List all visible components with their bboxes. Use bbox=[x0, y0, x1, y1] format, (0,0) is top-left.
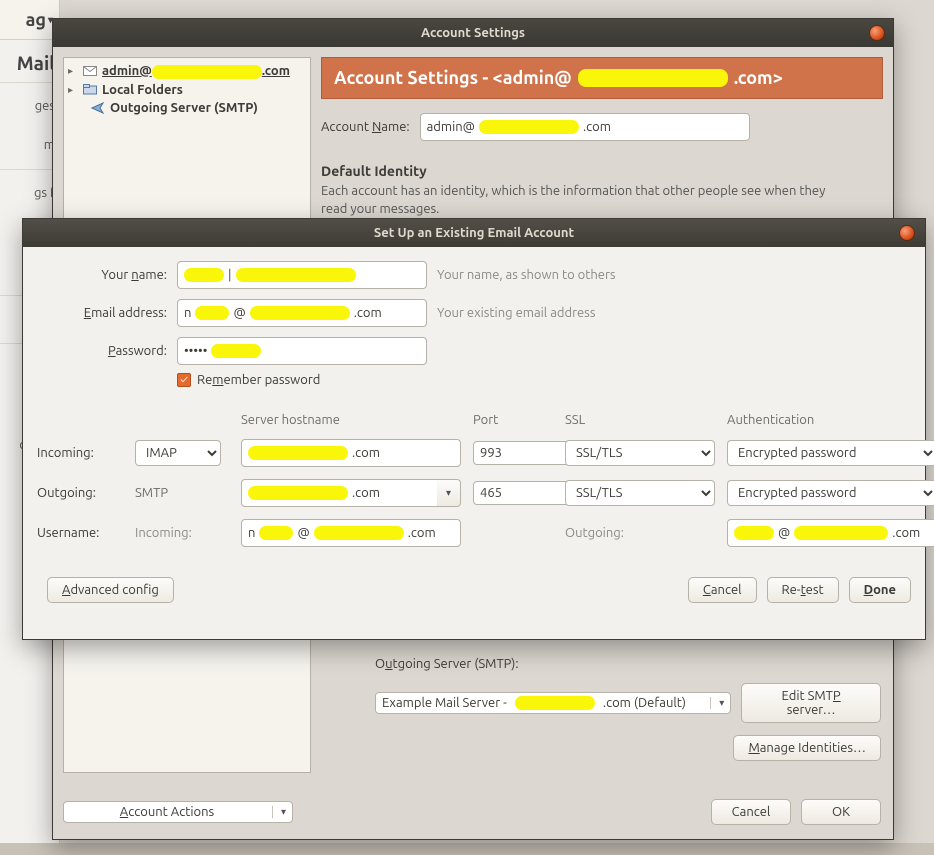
mail-icon bbox=[82, 65, 98, 77]
username-outgoing-input[interactable]: @.com bbox=[727, 519, 934, 547]
account-settings-banner: Account Settings - <admin@.com> bbox=[321, 57, 883, 99]
cancel-button[interactable]: Cancel bbox=[711, 799, 791, 825]
password-label: Password: bbox=[37, 344, 167, 358]
hostname-header: Server hostname bbox=[241, 413, 461, 427]
tree-local-folders[interactable]: ▸ Local Folders bbox=[68, 81, 306, 99]
port-header: Port bbox=[473, 413, 553, 427]
setup-titlebar[interactable]: Set Up an Existing Email Account bbox=[23, 219, 925, 247]
email-input[interactable]: n@.com bbox=[177, 299, 427, 327]
tree-account-label: admin@.com bbox=[102, 64, 290, 79]
chevron-down-icon: ▾ bbox=[272, 806, 286, 818]
tree-local-folders-label: Local Folders bbox=[102, 83, 183, 97]
advanced-config-button[interactable]: Advanced config bbox=[47, 577, 174, 603]
edit-smtp-button[interactable]: Edit SMTP server… bbox=[741, 683, 881, 723]
setup-account-dialog: Set Up an Existing Email Account Your na… bbox=[22, 218, 926, 640]
close-icon[interactable] bbox=[899, 225, 915, 241]
bg-item: gs f bbox=[0, 174, 59, 213]
account-settings-lower: Outgoing Server (SMTP): Example Mail Ser… bbox=[375, 657, 881, 773]
username-incoming-input[interactable]: n@.com bbox=[241, 519, 461, 547]
retest-button[interactable]: Re-test bbox=[767, 577, 839, 603]
cancel-button[interactable]: Cancel bbox=[688, 577, 757, 603]
incoming-port[interactable]: ▾ bbox=[473, 441, 553, 465]
ssl-header: SSL bbox=[565, 413, 715, 427]
incoming-hostname-input[interactable]: .com bbox=[241, 439, 461, 467]
outgoing-server-combo[interactable]: Example Mail Server - .com (Default) ▾ bbox=[375, 692, 731, 714]
remember-password-label: Remember password bbox=[197, 373, 320, 387]
bg-bottom-strip bbox=[0, 843, 934, 855]
outgoing-auth-select[interactable]: Encrypted password bbox=[727, 480, 934, 506]
outgoing-hostname[interactable]: .com ▾ bbox=[241, 479, 461, 507]
outgoing-ssl-select[interactable]: SSL/TLS bbox=[565, 480, 715, 506]
account-name-input[interactable]: admin@ .com bbox=[420, 113, 750, 141]
setup-title: Set Up an Existing Email Account bbox=[374, 226, 574, 240]
incoming-ssl-select[interactable]: SSL/TLS bbox=[565, 440, 715, 466]
incoming-protocol-select[interactable]: IMAP bbox=[135, 440, 221, 466]
folder-icon bbox=[82, 84, 98, 96]
username-outgoing-label: Outgoing: bbox=[565, 526, 715, 540]
tree-account-item[interactable]: ▸ admin@.com bbox=[68, 62, 306, 81]
tree-outgoing[interactable]: Outgoing Server (SMTP) bbox=[68, 99, 306, 117]
bg-item: m bbox=[0, 126, 59, 165]
manage-identities-button[interactable]: Manage Identities… bbox=[733, 735, 881, 761]
email-label: Email address: bbox=[37, 306, 167, 320]
username-incoming-label: Incoming: bbox=[135, 526, 229, 540]
account-name-label: Account Name: bbox=[321, 120, 410, 134]
outgoing-protocol-label: SMTP bbox=[135, 486, 229, 500]
bg-tag-label: ag bbox=[26, 10, 46, 30]
incoming-label: Incoming: bbox=[37, 446, 123, 460]
password-input[interactable]: ••••• bbox=[177, 337, 427, 365]
your-name-label: Your name: bbox=[37, 268, 167, 282]
bg-tag-header: ag ▾ bbox=[0, 0, 59, 40]
default-identity-desc: Each account has an identity, which is t… bbox=[321, 183, 841, 218]
account-actions-combo[interactable]: Account Actions ▾ bbox=[63, 801, 293, 823]
expand-icon[interactable]: ▸ bbox=[68, 84, 78, 96]
tree-outgoing-label: Outgoing Server (SMTP) bbox=[110, 101, 258, 115]
remember-password-checkbox[interactable]: ✓ bbox=[177, 373, 191, 387]
chevron-down-icon: ▾ bbox=[710, 697, 724, 709]
your-name-hint: Your name, as shown to others bbox=[437, 268, 911, 282]
ok-button[interactable]: OK bbox=[801, 799, 881, 825]
email-hint: Your existing email address bbox=[437, 306, 911, 320]
username-label: Username: bbox=[37, 526, 123, 540]
outgoing-port[interactable]: ▾ bbox=[473, 481, 553, 505]
your-name-input[interactable]: | bbox=[177, 261, 427, 289]
expand-icon[interactable]: ▸ bbox=[68, 65, 78, 77]
auth-header: Authentication bbox=[727, 413, 934, 427]
default-identity-title: Default Identity bbox=[321, 163, 883, 179]
send-icon bbox=[90, 102, 106, 114]
account-settings-titlebar[interactable]: Account Settings bbox=[53, 19, 893, 47]
incoming-auth-select[interactable]: Encrypted password bbox=[727, 440, 934, 466]
bg-item: ges bbox=[0, 87, 59, 126]
chevron-down-icon[interactable]: ▾ bbox=[437, 479, 461, 507]
outgoing-label: Outgoing: bbox=[37, 486, 123, 500]
done-button[interactable]: Done bbox=[849, 577, 911, 603]
outgoing-server-label: Outgoing Server (SMTP): bbox=[375, 657, 519, 671]
close-icon[interactable] bbox=[869, 25, 885, 41]
bg-mail-label: Mail bbox=[0, 40, 59, 78]
account-settings-title: Account Settings bbox=[421, 26, 525, 40]
